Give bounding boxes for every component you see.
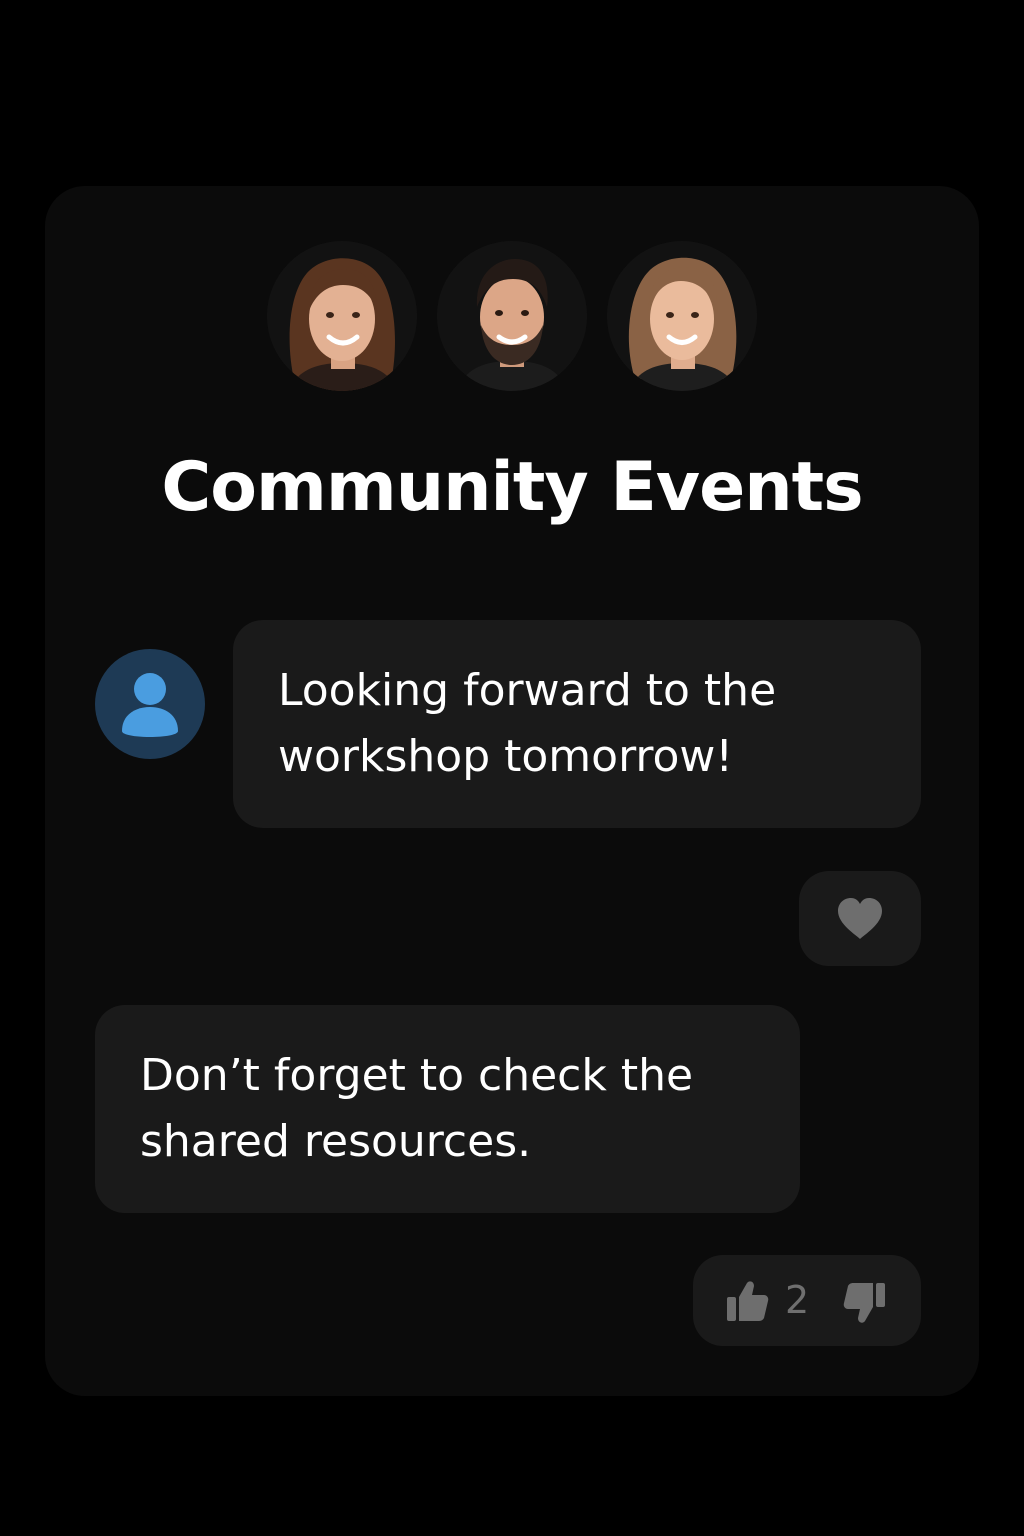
participant-avatar-1[interactable]: [267, 241, 417, 391]
vote-count: 2: [785, 1278, 810, 1322]
message-bubble-2: Don’t forget to check the shared resourc…: [95, 1005, 800, 1213]
page-title: Community Events: [161, 448, 863, 527]
message-text-line: shared resources.: [140, 1116, 532, 1167]
participant-avatars: [267, 241, 757, 391]
message-text-line: Don’t forget to check the: [140, 1050, 694, 1101]
thumbs-up-icon[interactable]: [725, 1279, 769, 1323]
community-events-card: Community Events Looking forward to the …: [45, 186, 979, 1396]
participant-avatar-3[interactable]: [607, 241, 757, 391]
message-text-line: Looking forward to the: [278, 665, 777, 716]
message-bubble-1: Looking forward to the workshop tomorrow…: [233, 620, 921, 828]
heart-reaction-button[interactable]: [799, 871, 921, 966]
default-user-icon[interactable]: [95, 649, 205, 759]
heart-icon: [838, 898, 882, 939]
message-text-line: workshop tomorrow!: [278, 731, 734, 782]
thumbs-down-icon[interactable]: [843, 1281, 887, 1325]
vote-bar: 2: [693, 1255, 921, 1346]
participant-avatar-2[interactable]: [437, 241, 587, 391]
